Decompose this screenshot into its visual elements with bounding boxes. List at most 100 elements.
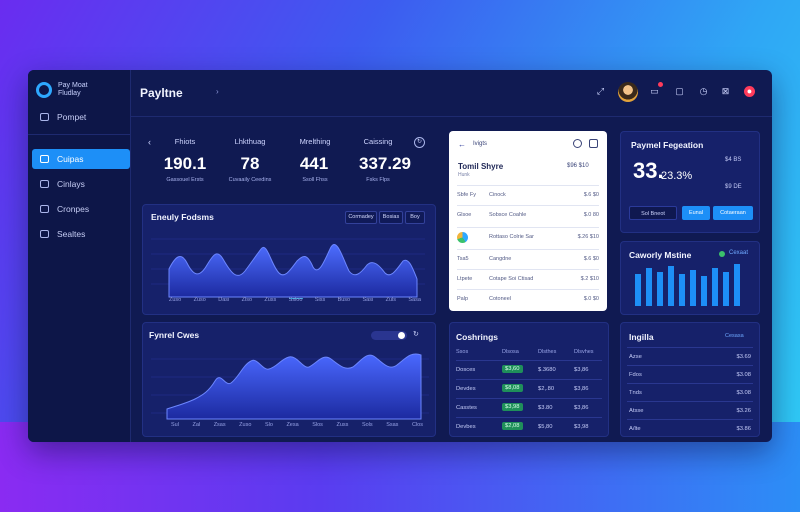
tick-label: Zuso (169, 297, 182, 303)
ingilla-table: Ingilla Cesasa Azse $3.69 Fdos $3.08 Tnd… (620, 322, 760, 437)
tick-label: Ssloo (288, 297, 303, 303)
tick-label: Zlso (241, 297, 252, 303)
lock-icon[interactable] (589, 139, 598, 148)
cashbox-table: Coshrings Ssos Dlsosa Dlsthes Dlsvhes Do… (449, 322, 609, 437)
primary-button[interactable]: Eunal (682, 206, 710, 220)
list-item[interactable]: Rottaso Colrie Sar $.26 $10 (457, 227, 599, 248)
stat-label: Caissing (363, 137, 393, 146)
mail-icon[interactable]: ⊠ (720, 86, 731, 97)
percent-value: 23.3% (661, 170, 693, 182)
table-row[interactable]: Fdos $3.08 (627, 365, 753, 384)
sidebar-item-label: Pompet (57, 112, 87, 122)
chat-icon[interactable]: ▭ (649, 86, 660, 97)
list-item[interactable]: Ltpete Cotape Soi Ctisad $.2 $10 (457, 269, 599, 290)
stat-sub: Ssoll Fhss (302, 177, 328, 183)
confirm-button[interactable]: Cotaeraan (713, 206, 753, 220)
card-title: Caworly Mstine (629, 250, 692, 260)
insights-panel: ← Ivigts Tomil Shyre $96 $10 Hunk Sbfe F… (449, 131, 607, 311)
tick-label: Zuss (336, 422, 349, 428)
tick-label: Zuss (264, 297, 277, 303)
sidebar-item-label: Cinlays (57, 179, 85, 189)
tick-label: Zuso (193, 297, 206, 303)
bar-card: Caworly Mstine Cexaat (620, 241, 760, 315)
expand-icon[interactable]: ⤢ (595, 86, 606, 97)
list-item[interactable]: Glsoe Sobsce Coahle $.0 80 (457, 205, 599, 226)
card-tag[interactable]: Cexaat (729, 250, 748, 256)
panel-header: Ivigts (473, 141, 488, 147)
table-row[interactable]: Casstes $3,98 $3.80 $3,86 (456, 398, 602, 417)
circle-icon[interactable] (573, 139, 582, 148)
table-row[interactable]: Dosces $3,60 $.3680 $3,86 (456, 360, 602, 379)
tick-label: Zuso (239, 422, 252, 428)
bar (657, 272, 663, 306)
tick-label: Sul (171, 422, 179, 428)
tab-bosias[interactable]: Bosias (379, 211, 403, 224)
fuel-chart-card: Fynrel Cwes ↻ Sul Zal Zsas Zuso Slo Zesa… (142, 322, 436, 437)
brand[interactable]: Pay Moat Fludlay (36, 82, 118, 98)
tab-cormadey[interactable]: Cormadey (345, 211, 377, 224)
stat-label: Lhkthuag (234, 137, 266, 146)
fusions-chart-card: Eneuly Fodsms Cormadey Bosias Boy Zuso Z… (142, 204, 436, 315)
tick-label: Slo (264, 422, 273, 428)
tick-label: Sasa (408, 297, 421, 303)
card-tag[interactable]: Cesasa (725, 333, 744, 339)
tick-label: Zuls (385, 297, 396, 303)
card-title: Ingilla (629, 332, 654, 342)
tick-label: Siss (314, 297, 326, 303)
list-item[interactable]: Palp Cotoneel $.0 $0 (457, 289, 599, 310)
table-row[interactable]: A/lte $3.86 (627, 419, 753, 438)
sidebar-item-cinlays[interactable]: Cinlays (32, 174, 130, 194)
stat-sub: Fsks Flps (366, 177, 390, 183)
chart-toggle[interactable] (371, 331, 407, 340)
table-row[interactable]: Azse $3.69 (627, 347, 753, 366)
clock-icon[interactable]: ◷ (698, 86, 709, 97)
stat-sub: Gassouel Ersts (166, 177, 204, 183)
bar (668, 266, 674, 306)
refresh-icon[interactable]: ↻ (414, 137, 425, 148)
card-title: Coshrings (456, 332, 499, 342)
refresh-icon[interactable]: ↻ (413, 330, 419, 338)
table-row[interactable]: Tnds $3.08 (627, 383, 753, 402)
sidebar-item-pompet[interactable]: Pompet (32, 107, 130, 127)
back-arrow-icon[interactable]: ← (458, 140, 466, 149)
folder-icon (40, 205, 49, 213)
card-title: Paymel Fegeation (631, 140, 704, 150)
sidebar: Pay Moat Fludlay Pompet Cuipas Cinlays C… (28, 70, 131, 442)
sidebar-item-cuipas[interactable]: Cuipas (32, 149, 130, 169)
sidebar-item-label: Cuipas (57, 154, 84, 164)
sidebar-item-label: Cronpes (57, 204, 90, 214)
bar (690, 270, 696, 306)
profile-icon[interactable]: ● (744, 86, 755, 97)
sidebar-item-sealtes[interactable]: Sealtes (32, 224, 130, 244)
sidebar-item-cronpes[interactable]: Cronpes (32, 199, 130, 219)
chevron-right-icon[interactable]: › (216, 87, 219, 96)
panel-title: Tomil Shyre (458, 162, 504, 171)
table-row[interactable]: Devbes $2,08 $5,80 $3,98 (456, 417, 602, 436)
list-item[interactable]: Tsa5 Cangdne $.6 $0 (457, 249, 599, 270)
list-item[interactable]: Sbfe Fy Cinock $.6 $0 (457, 185, 599, 206)
bar (646, 268, 652, 306)
tick-label: Sols (361, 422, 373, 428)
back-icon[interactable]: ‹ (148, 137, 151, 147)
secondary-button[interactable]: Sol Bneot (629, 206, 677, 220)
status-dot (719, 251, 725, 257)
right-value: $9 DE (725, 184, 742, 190)
panel-subtitle: Hunk (458, 172, 470, 178)
logo-icon (36, 82, 52, 98)
brand-line-2: Fludlay (58, 90, 81, 97)
sidebar-divider (28, 134, 130, 135)
right-value: $4 BS (725, 157, 742, 163)
avatar[interactable] (618, 82, 638, 102)
table-row[interactable]: Atsse $3.26 (627, 401, 753, 420)
chart-icon (40, 155, 49, 163)
x-axis-ticks: Zuso Zuso Dasi Zlso Zuss Ssloo Siss Buso… (169, 297, 421, 303)
stat-label: Mrelthing (299, 137, 331, 146)
table-row[interactable]: Devdes $8,08 $2,.80 $3,86 (456, 379, 602, 398)
big-value: 33. (633, 158, 664, 183)
bell-icon[interactable]: ▢ (674, 86, 685, 97)
bar-chart (635, 264, 740, 306)
tick-label: Buso (337, 297, 351, 303)
area-series (168, 244, 418, 298)
chart-title: Fynrel Cwes (149, 330, 200, 340)
tab-boy[interactable]: Boy (405, 211, 425, 224)
